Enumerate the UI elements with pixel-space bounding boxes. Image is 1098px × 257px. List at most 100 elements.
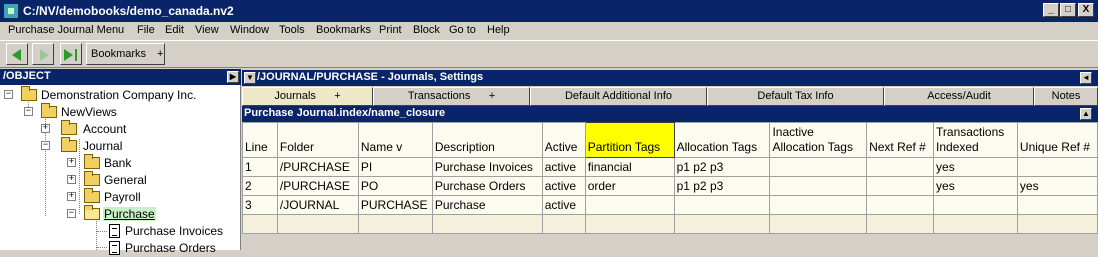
view-collapse-button[interactable]: ◄ — [1080, 72, 1092, 84]
bookmarks-button[interactable]: Bookmarks + — [86, 43, 165, 65]
tree-item-label: Bank — [104, 156, 132, 170]
cell-allocation-tags[interactable]: p1 p2 p3 — [673, 157, 771, 177]
menu-edit[interactable]: Edit — [165, 24, 184, 36]
menu-print[interactable]: Print — [379, 24, 402, 36]
menu-bookmarks[interactable]: Bookmarks — [316, 24, 371, 36]
col-header-inactive-allocation-tags[interactable]: Inactive Allocation Tags — [769, 122, 868, 158]
col-header-active[interactable]: Active — [541, 122, 586, 158]
close-button[interactable]: X — [1078, 3, 1094, 17]
cell-line[interactable]: 2 — [242, 176, 278, 196]
view-title: /JOURNAL/PURCHASE - Journals, Settings — [257, 71, 484, 83]
folder-icon — [41, 103, 57, 118]
bookmarks-plus: + — [157, 48, 164, 60]
cell-active[interactable]: active — [541, 157, 586, 177]
back-button[interactable] — [6, 43, 28, 65]
tab-journals[interactable]: Journals + — [242, 87, 373, 106]
app-icon[interactable] — [3, 3, 19, 19]
col-header-folder[interactable]: Folder — [276, 122, 359, 158]
tree-header-button[interactable]: ▶ — [227, 71, 239, 83]
open-folder-icon — [84, 205, 100, 220]
menu-tools[interactable]: Tools — [279, 24, 305, 36]
cell-next-ref[interactable] — [866, 157, 935, 177]
tab-default-additional-info[interactable]: Default Additional Info — [530, 87, 707, 106]
view-menu-button[interactable]: ▼ — [244, 72, 256, 84]
tab-transactions[interactable]: Transactions + — [373, 87, 530, 106]
arrow-right-icon — [40, 49, 49, 61]
cell-description[interactable]: Purchase — [431, 195, 543, 215]
cell-folder[interactable]: /PURCHASE — [276, 157, 359, 177]
cell-description[interactable]: Purchase Invoices — [431, 157, 543, 177]
window-title-bar: C:/NV/demobooks/demo_canada.nv2 _ □ X — [0, 0, 1098, 22]
table-row[interactable]: 3 /JOURNAL PURCHASE Purchase active — [242, 195, 1098, 215]
expand-toggle[interactable]: + — [41, 124, 50, 133]
tab-notes[interactable]: Notes — [1034, 87, 1098, 106]
menu-help[interactable]: Help — [487, 24, 510, 36]
cell-allocation-tags[interactable]: p1 p2 p3 — [673, 176, 771, 196]
cell-inactive-allocation-tags[interactable] — [769, 195, 868, 215]
collapse-toggle[interactable]: − — [67, 209, 76, 218]
cell-description[interactable]: Purchase Orders — [431, 176, 543, 196]
menu-file[interactable]: File — [137, 24, 155, 36]
menu-window[interactable]: Window — [230, 24, 269, 36]
col-header-transactions-indexed[interactable]: Transactions Indexed — [933, 122, 1018, 158]
forward-end-button[interactable] — [60, 43, 82, 65]
cell-line[interactable]: 3 — [242, 195, 278, 215]
tree-item-label: Purchase Invoices — [125, 224, 224, 238]
collapse-toggle[interactable]: − — [41, 141, 50, 150]
index-up-button[interactable]: ▲ — [1080, 108, 1092, 120]
cell-name[interactable]: PURCHASE — [357, 195, 433, 215]
cell-inactive-allocation-tags[interactable] — [769, 176, 868, 196]
cell-transactions-indexed[interactable]: yes — [933, 157, 1018, 177]
cell-unique-ref[interactable]: yes — [1016, 176, 1098, 196]
table-row[interactable]: 1 /PURCHASE PI Purchase Invoices active … — [242, 157, 1098, 177]
tree-item-label: Payroll — [104, 190, 141, 204]
menu-view[interactable]: View — [195, 24, 219, 36]
col-header-line[interactable]: Line — [242, 122, 278, 158]
tree-header-title: /OBJECT — [3, 70, 51, 82]
tab-default-tax-info[interactable]: Default Tax Info — [707, 87, 884, 106]
cell-unique-ref[interactable] — [1016, 157, 1098, 177]
cell-line[interactable]: 1 — [242, 157, 278, 177]
menu-block[interactable]: Block — [413, 24, 440, 36]
cell-next-ref[interactable] — [866, 195, 935, 215]
collapse-toggle[interactable]: − — [24, 107, 33, 116]
col-header-allocation-tags[interactable]: Allocation Tags — [673, 122, 771, 158]
menu-goto[interactable]: Go to — [449, 24, 476, 36]
minimize-button[interactable]: _ — [1043, 3, 1059, 17]
expand-toggle[interactable]: + — [67, 175, 76, 184]
cell-transactions-indexed[interactable]: yes — [933, 176, 1018, 196]
cell-allocation-tags[interactable] — [673, 195, 771, 215]
cell-active[interactable]: active — [541, 195, 586, 215]
forward-button[interactable] — [32, 43, 54, 65]
cell-partition-tags[interactable] — [584, 195, 675, 215]
col-header-next-ref[interactable]: Next Ref # — [866, 122, 935, 158]
cell-next-ref[interactable] — [866, 176, 935, 196]
maximize-button[interactable]: □ — [1060, 3, 1076, 17]
tab-access-audit[interactable]: Access/Audit — [884, 87, 1034, 106]
tree-item-label: Purchase Orders — [125, 241, 216, 255]
col-header-name[interactable]: Name v — [357, 122, 433, 158]
cell-folder[interactable]: /JOURNAL — [276, 195, 359, 215]
cell-folder[interactable]: /PURCHASE — [276, 176, 359, 196]
cell-partition-tags[interactable]: financial — [584, 157, 675, 177]
cell-inactive-allocation-tags[interactable] — [769, 157, 868, 177]
cell-name[interactable]: PI — [357, 157, 433, 177]
cell-unique-ref[interactable] — [1016, 195, 1098, 215]
folder-icon — [84, 171, 100, 186]
col-header-unique-ref[interactable]: Unique Ref # — [1016, 122, 1098, 158]
cell-transactions-indexed[interactable] — [933, 195, 1018, 215]
col-header-partition-tags[interactable]: Partition Tags — [584, 122, 675, 158]
journals-table: Line Folder Name v Description Active Pa… — [242, 122, 1098, 234]
cell-active[interactable]: active — [541, 176, 586, 196]
table-row[interactable]: 2 /PURCHASE PO Purchase Orders active or… — [242, 176, 1098, 196]
table-row-empty[interactable] — [242, 214, 1098, 234]
expand-toggle[interactable]: + — [67, 192, 76, 201]
folder-icon — [61, 137, 77, 152]
tree-item-label: Purchase — [103, 207, 156, 221]
menu-purchase-journal[interactable]: Purchase Journal Menu — [8, 24, 124, 36]
cell-name[interactable]: PO — [357, 176, 433, 196]
expand-toggle[interactable]: + — [67, 158, 76, 167]
col-header-description[interactable]: Description — [431, 122, 543, 158]
collapse-toggle[interactable]: − — [4, 90, 13, 99]
cell-partition-tags[interactable]: order — [584, 176, 675, 196]
